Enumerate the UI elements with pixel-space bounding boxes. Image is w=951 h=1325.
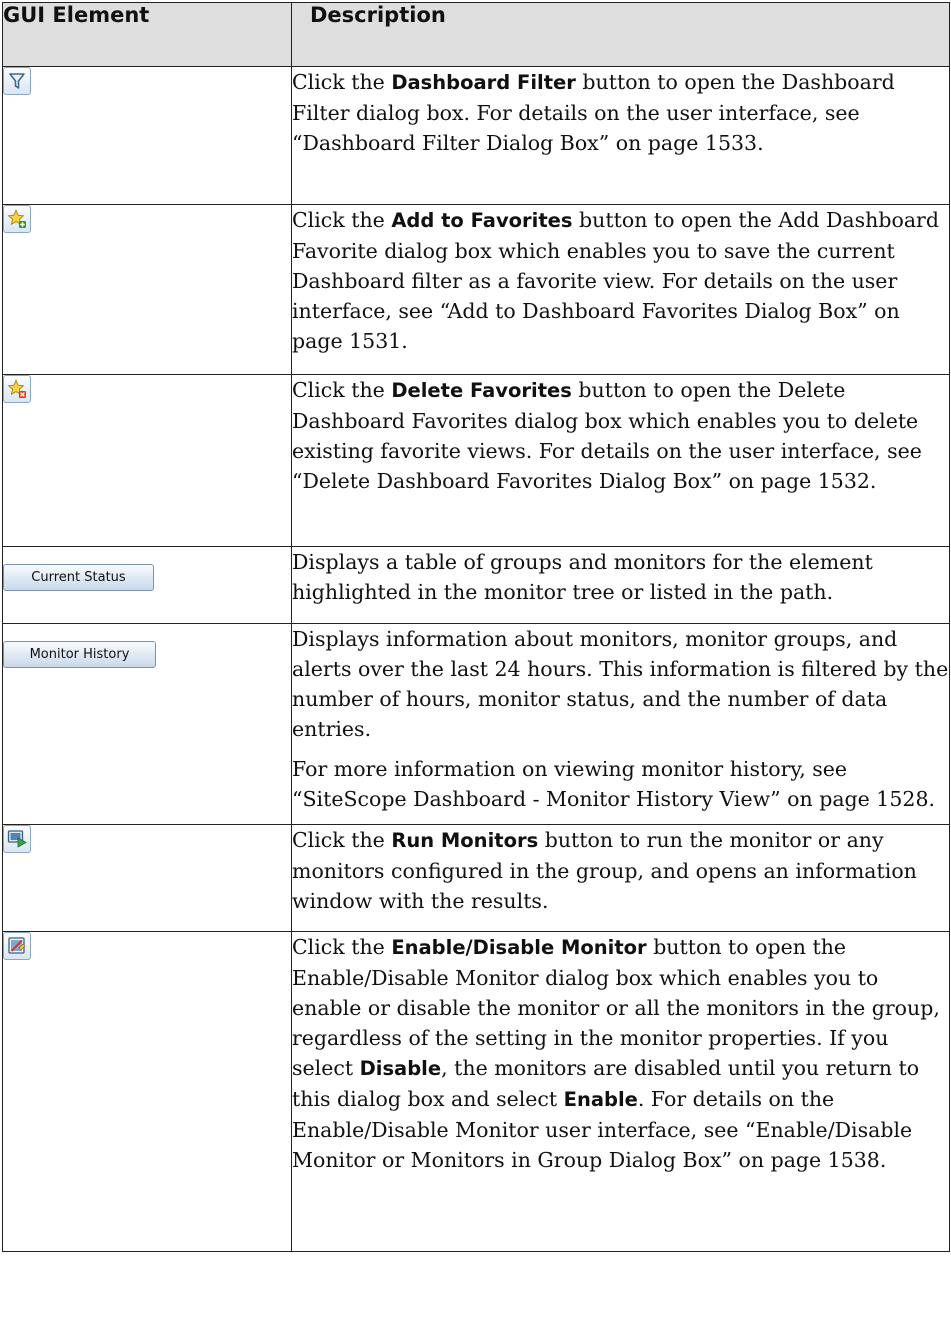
table-row: Click the Run Monitors button to run the… [2,824,950,932]
gui-element-cell [2,824,292,932]
gui-element-cell: Current Status [2,546,292,624]
add-to-favorites-button[interactable] [3,205,31,233]
description-cell: Displays information about monitors, mon… [291,623,950,825]
gui-element-cell [2,204,292,375]
current-status-button[interactable]: Current Status [3,564,154,591]
description-cell: Click the Delete Favorites button to ope… [291,374,950,547]
gui-element-cell [2,931,292,1252]
gui-element-cell [2,66,292,205]
description-cell: Displays a table of groups and monitors … [291,546,950,624]
gui-element-cell: Monitor History [2,623,292,825]
run-monitors-button[interactable] [3,825,31,853]
description-cell: Click the Add to Favorites button to ope… [291,204,950,375]
table-row: Monitor History Displays information abo… [2,623,950,825]
gui-element-cell [2,374,292,547]
delete-favorite-star-icon [7,379,26,398]
description-cell: Click the Dashboard Filter button to ope… [291,66,950,205]
table-row: Click the Add to Favorites button to ope… [2,204,950,375]
header-gui-element: GUI Element [2,2,292,67]
header-description: Description [291,2,950,67]
run-monitors-icon [7,830,27,848]
table-row: Click the Delete Favorites button to ope… [2,374,950,547]
table-row: Current Status Displays a table of group… [2,546,950,624]
filter-icon [9,73,25,89]
description-cell: Click the Run Monitors button to run the… [291,824,950,932]
gui-element-table: GUI Element Description Click the Dashbo… [2,2,950,1252]
table-header-row: GUI Element Description [2,2,950,67]
enable-disable-monitor-button[interactable] [3,932,31,960]
enable-disable-monitor-icon [8,937,26,954]
delete-favorites-button[interactable] [3,375,31,403]
dashboard-filter-button[interactable] [3,67,31,95]
add-favorite-star-icon [7,209,26,228]
monitor-history-button[interactable]: Monitor History [3,641,156,668]
description-cell: Click the Enable/Disable Monitor button … [291,931,950,1252]
table-row: Click the Enable/Disable Monitor button … [2,931,950,1252]
page: GUI Element Description Click the Dashbo… [0,0,951,1325]
table-row: Click the Dashboard Filter button to ope… [2,66,950,205]
